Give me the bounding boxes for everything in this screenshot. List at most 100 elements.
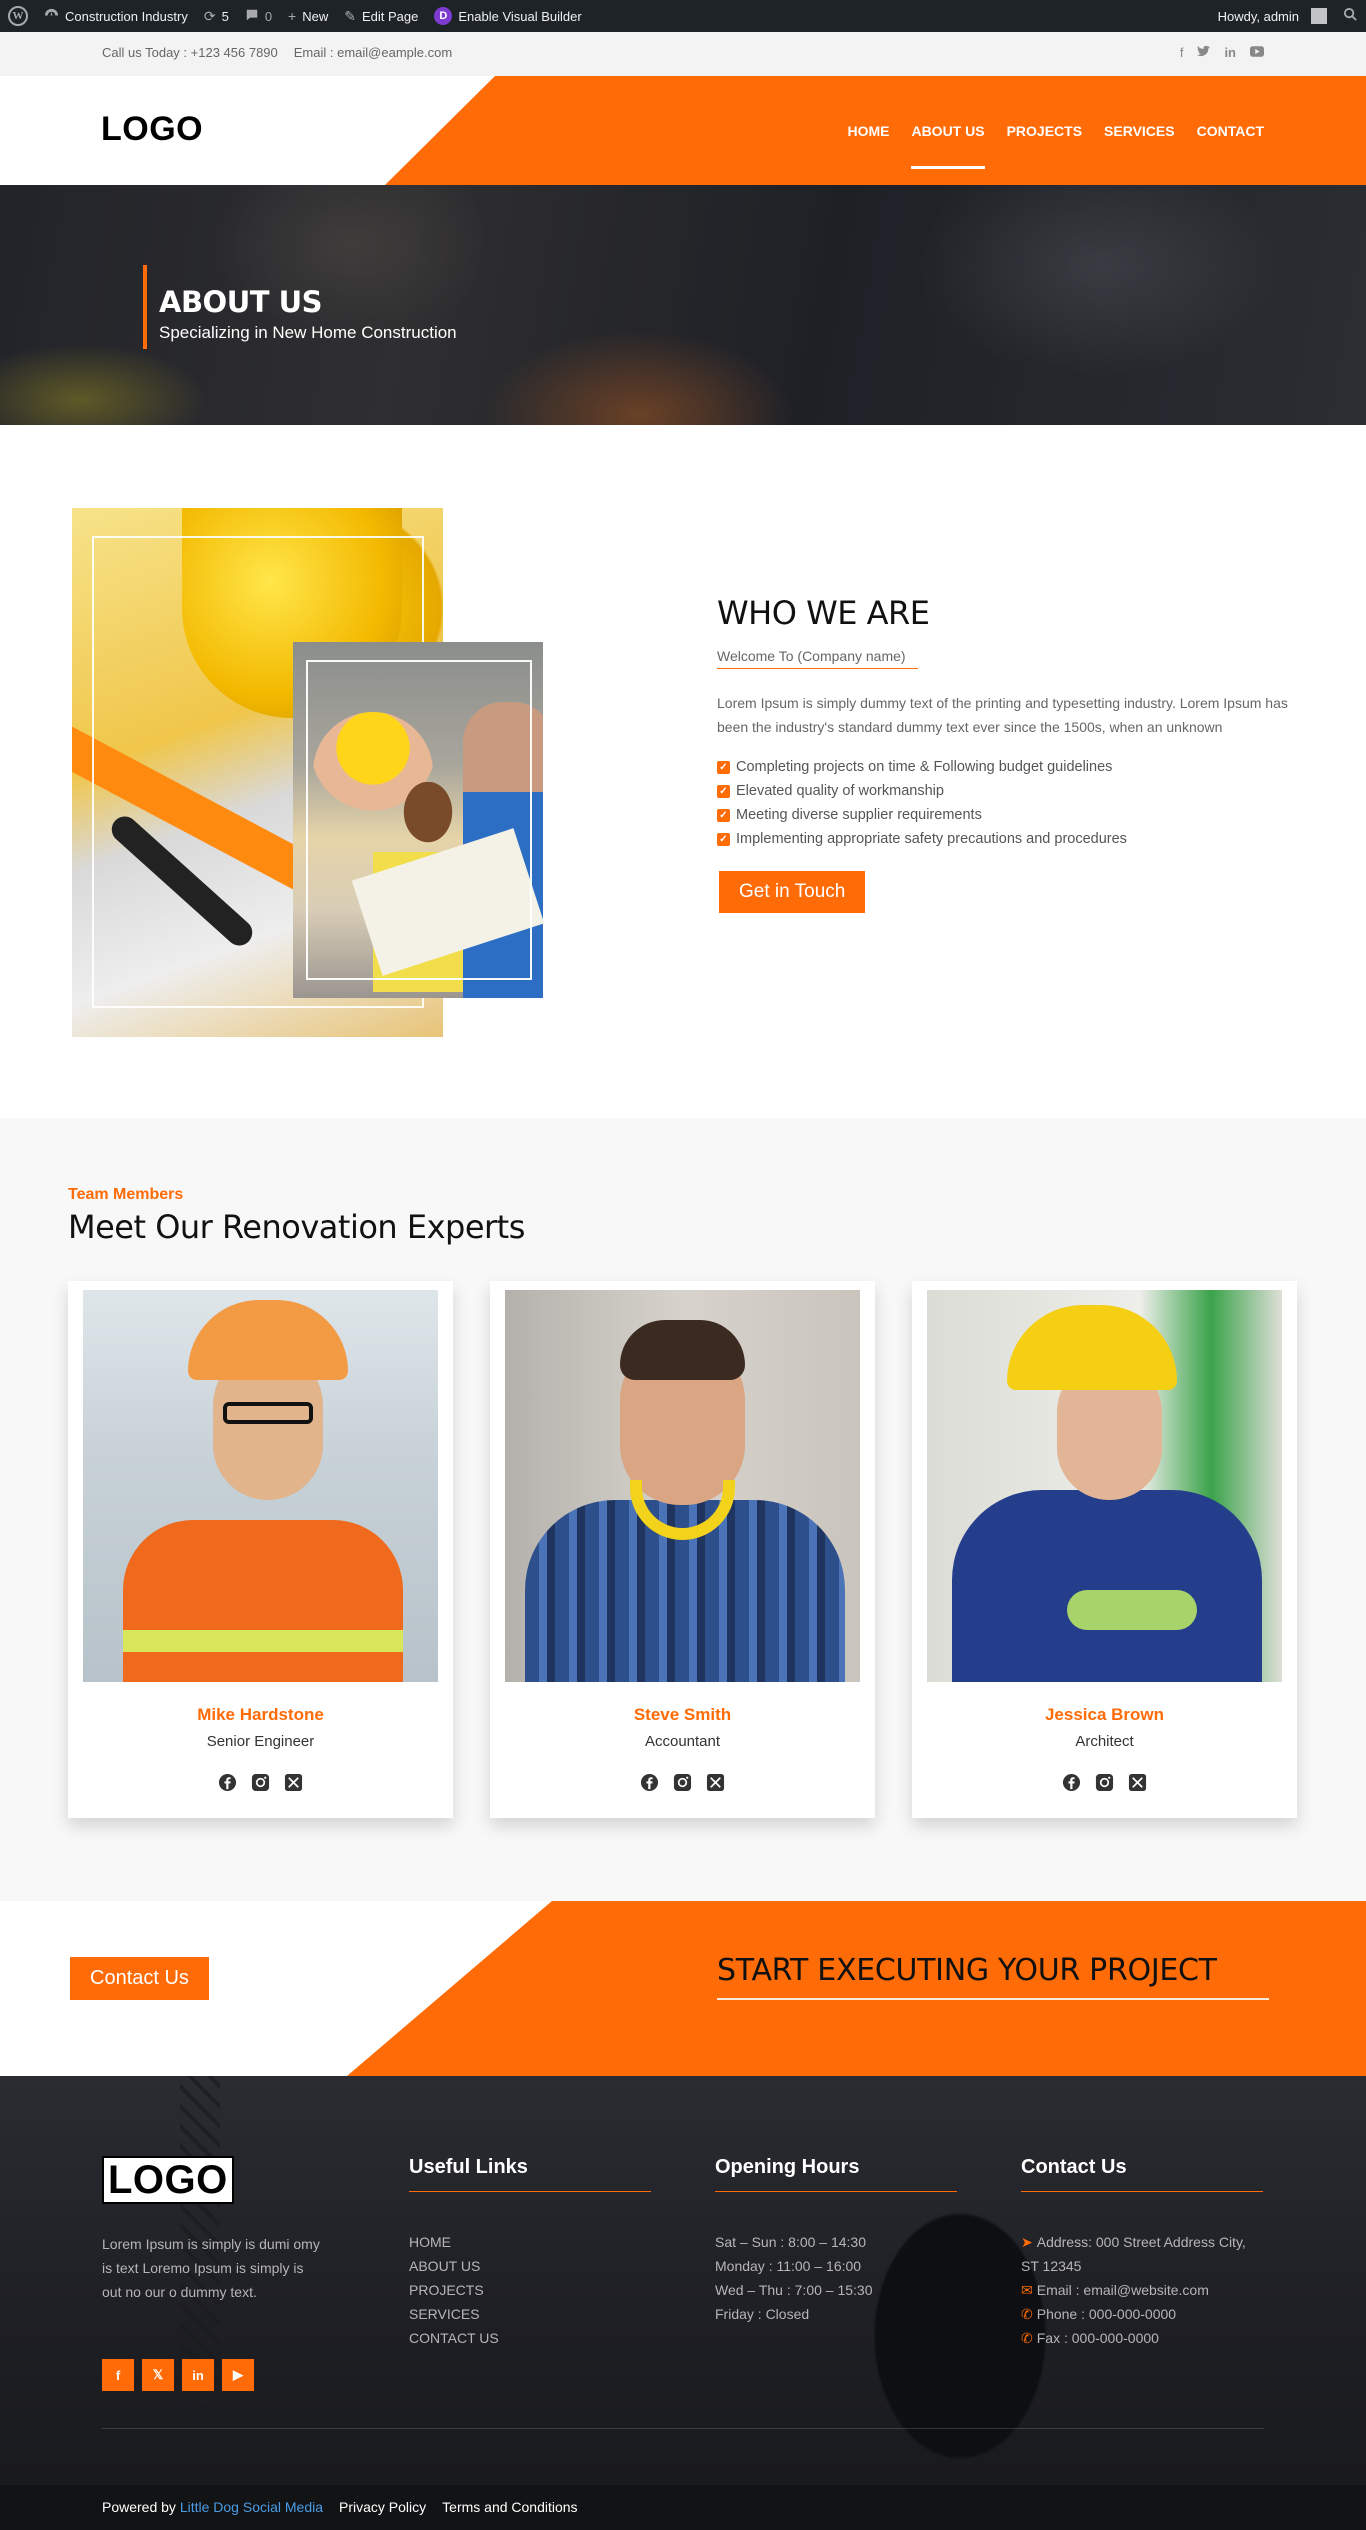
facebook-icon[interactable]: f [102, 2359, 134, 2391]
site-footer: LOGO Lorem Ipsum is simply is dumi omy i… [0, 2076, 1366, 2485]
who-we-are-section: WHO WE ARE Welcome To (Company name) Lor… [717, 594, 1307, 913]
linkedin-icon[interactable]: in [182, 2359, 214, 2391]
contact-us-button[interactable]: Contact Us [70, 1957, 209, 2000]
site-name-link[interactable]: Construction Industry [36, 0, 196, 32]
divi-icon: D [434, 7, 453, 25]
privacy-policy-link[interactable]: Privacy Policy [339, 2499, 426, 2515]
top-phone: Call us Today : +123 456 7890 [102, 45, 278, 60]
wordpress-menu[interactable]: W [0, 0, 36, 32]
site-name-label: Construction Industry [65, 8, 188, 24]
facebook-icon[interactable] [1061, 1772, 1082, 1793]
hair-shape [620, 1320, 745, 1380]
gloves-shape [1067, 1590, 1197, 1630]
pencil-icon: ✎ [344, 7, 356, 24]
footer-about-text: Lorem Ipsum is simply is dumi omy is tex… [102, 2236, 320, 2300]
facebook-icon[interactable] [639, 1772, 660, 1793]
powered-by-link[interactable]: Little Dog Social Media [180, 2499, 323, 2515]
footer-contact: Contact Us ➤ Address: 000 Street Address … [1021, 2156, 1263, 2350]
nav-projects[interactable]: PROJECTS [1007, 76, 1082, 185]
cta-accent-shape [347, 1901, 1366, 2076]
x-icon[interactable] [1127, 1772, 1148, 1793]
footer-link-projects[interactable]: PROJECTS [409, 2278, 651, 2302]
site-logo[interactable]: LOGO [101, 110, 203, 149]
admin-search-button[interactable] [1335, 0, 1366, 32]
powered-prefix: Powered by [102, 2499, 176, 2515]
phone-icon: ✆ [1021, 2306, 1033, 2322]
bullet-text: Elevated quality of workmanship [736, 783, 944, 799]
member-name: Steve Smith [633, 1705, 732, 1724]
instagram-icon[interactable] [250, 1772, 271, 1793]
x-icon[interactable]: 𝕏 [142, 2359, 174, 2391]
youtube-icon[interactable]: ▶ [222, 2359, 254, 2391]
page-subtitle: Specializing in New Home Construction [159, 323, 457, 342]
terms-link[interactable]: Terms and Conditions [442, 2499, 577, 2515]
main-nav: HOME ABOUT US PROJECTS SERVICES CONTACT [847, 76, 1264, 185]
member-name: Jessica Brown [1044, 1705, 1165, 1724]
contact-address-text: Address: 000 Street Address City, ST 123… [1021, 2234, 1246, 2274]
footer-link-about-us[interactable]: ABOUT US [409, 2254, 651, 2278]
x-icon[interactable] [705, 1772, 726, 1793]
contact-phone[interactable]: ✆ Phone : 000-000-0000 [1021, 2302, 1263, 2326]
hours-row: Friday : Closed [715, 2306, 810, 2322]
phone-icon: ✆ [1021, 2330, 1033, 2346]
nav-home[interactable]: HOME [847, 76, 889, 185]
top-bar: Call us Today : +123 456 7890 Email : em… [0, 32, 1366, 76]
glasses-shape [223, 1402, 313, 1424]
facebook-icon[interactable] [217, 1772, 238, 1793]
powered-by: Powered by Little Dog Social Media [102, 2499, 323, 2515]
footer-divider [102, 2428, 1264, 2429]
contact-phone-text: Phone : 000-000-0000 [1036, 2306, 1177, 2322]
cta-title: START EXECUTING YOUR PROJECT [717, 1953, 1217, 1988]
footer-link-services[interactable]: SERVICES [409, 2302, 651, 2326]
coverall-shape [952, 1490, 1262, 1682]
facebook-icon[interactable]: f [1180, 45, 1184, 60]
cta-underline [717, 1998, 1269, 2000]
comments-link[interactable]: 0 [237, 0, 280, 32]
member-role: Senior Engineer [206, 1733, 315, 1750]
footer-link-contact-us[interactable]: CONTACT US [409, 2326, 651, 2350]
about-team-image [293, 642, 543, 998]
contact-email[interactable]: ✉ Email : email@website.com [1021, 2278, 1263, 2302]
list-item: ✓ Meeting diverse supplier requirements [717, 803, 1307, 827]
new-content-link[interactable]: + New [280, 0, 336, 32]
location-arrow-icon: ➤ [1021, 2234, 1033, 2250]
linkedin-icon[interactable]: in [1224, 45, 1236, 60]
checkbox-icon: ✓ [717, 784, 730, 798]
bottom-bar: Powered by Little Dog Social Media Priva… [0, 2485, 1366, 2530]
who-bullet-list: ✓ Completing projects on time & Following… [717, 755, 1307, 851]
nav-services[interactable]: SERVICES [1104, 76, 1175, 185]
top-email: Email : email@eample.com [293, 45, 453, 60]
team-title: Meet Our Renovation Experts [68, 1208, 525, 1246]
hero-title-block: ABOUT US Specializing in New Home Constr… [143, 265, 457, 349]
footer-column-title: Contact Us [1021, 2156, 1263, 2192]
wordpress-logo-icon: W [8, 6, 28, 26]
team-section: Team Members Meet Our Renovation Experts… [0, 1118, 1366, 1901]
member-photo [83, 1290, 438, 1682]
member-photo [927, 1290, 1282, 1682]
account-menu[interactable]: Howdy, admin [1210, 0, 1335, 32]
checkbox-icon: ✓ [717, 760, 730, 774]
instagram-icon[interactable] [672, 1772, 693, 1793]
search-icon [1343, 7, 1358, 25]
instagram-icon[interactable] [1094, 1772, 1115, 1793]
nav-about-us[interactable]: ABOUT US [911, 76, 985, 185]
dashboard-icon [44, 7, 59, 25]
youtube-icon[interactable] [1250, 45, 1264, 60]
edit-page-link[interactable]: ✎ Edit Page [336, 0, 426, 32]
visual-builder-link[interactable]: D Enable Visual Builder [426, 0, 589, 32]
contact-address: ➤ Address: 000 Street Address City, ST 12… [1021, 2230, 1263, 2278]
updates-link[interactable]: ⟳ 5 [196, 0, 237, 32]
team-eyebrow: Team Members [68, 1186, 184, 1203]
footer-link-home[interactable]: HOME [409, 2230, 651, 2254]
get-in-touch-button[interactable]: Get in Touch [719, 871, 866, 913]
visual-builder-label: Enable Visual Builder [458, 8, 582, 24]
x-icon[interactable] [283, 1772, 304, 1793]
checkbox-icon: ✓ [717, 808, 730, 822]
member-role: Architect [1075, 1733, 1134, 1750]
admin-bar: W Construction Industry ⟳ 5 0 + New ✎ Ed… [0, 0, 1366, 32]
twitter-icon[interactable] [1197, 45, 1211, 60]
nav-contact[interactable]: CONTACT [1197, 76, 1264, 185]
plus-icon: + [288, 8, 297, 24]
updates-count: 5 [221, 8, 229, 24]
footer-logo[interactable]: LOGO [102, 2156, 234, 2204]
